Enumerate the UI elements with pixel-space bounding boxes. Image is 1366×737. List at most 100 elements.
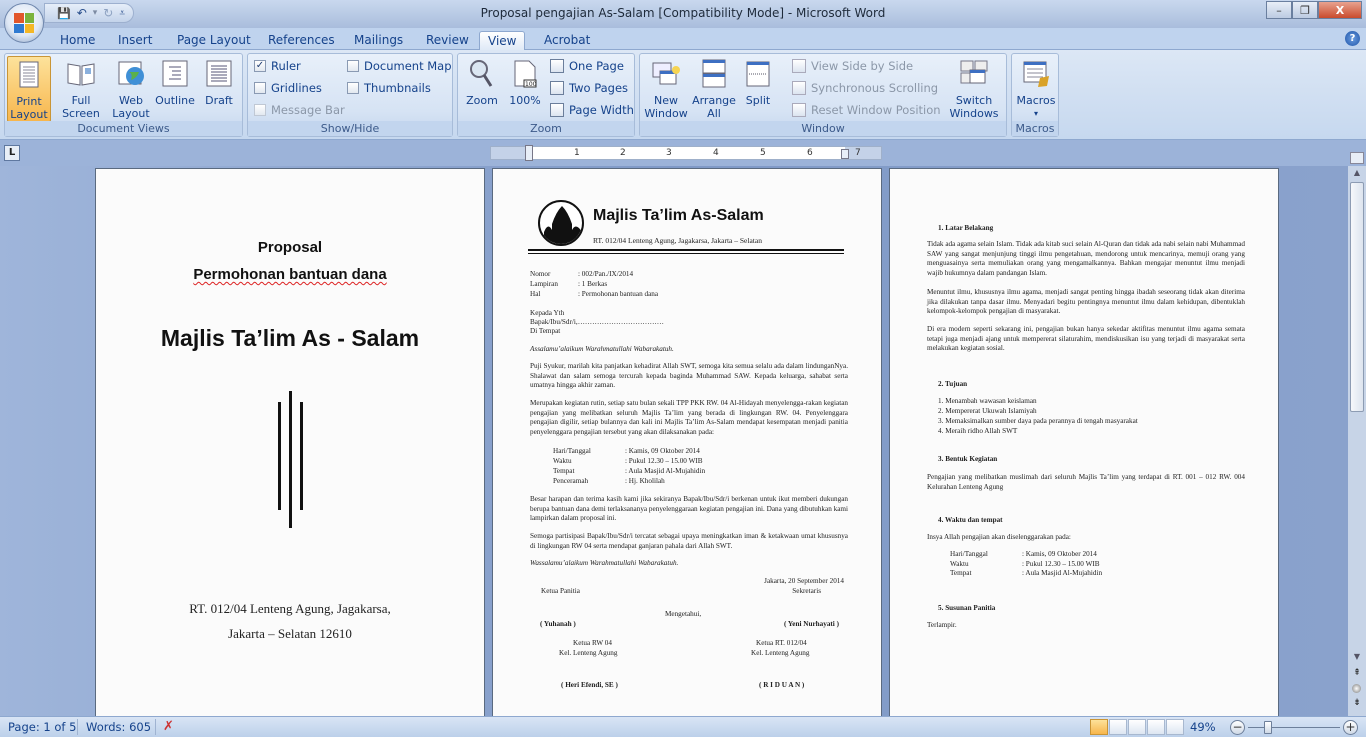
horizontal-ruler[interactable]: 1 2 3 4 5 6 7 bbox=[490, 145, 882, 161]
page-letter[interactable]: Majlis Ta’lim As-Salam RT. 012/04 Lenten… bbox=[492, 168, 882, 716]
mosque-logo-icon bbox=[538, 200, 584, 246]
tab-review[interactable]: Review bbox=[418, 31, 477, 50]
web-layout-button[interactable]: Web Layout bbox=[112, 56, 150, 120]
zoom-in-button[interactable]: + bbox=[1343, 720, 1358, 735]
close-button[interactable]: X bbox=[1318, 1, 1362, 19]
thumbnails-checkbox[interactable]: Thumbnails bbox=[347, 81, 431, 95]
print-layout-button[interactable]: Print Layout bbox=[7, 56, 51, 122]
view-buttons bbox=[1090, 719, 1184, 735]
synchronous-scrolling-button[interactable]: Synchronous Scrolling bbox=[792, 81, 938, 95]
section-heading: 5. Susunan Panitia bbox=[938, 604, 996, 612]
two-pages-icon bbox=[550, 81, 564, 95]
document-map-checkbox[interactable]: Document Map bbox=[347, 59, 452, 73]
event-row: Hari/Tanggal: Kamis, 09 Oktober 2014 bbox=[553, 447, 700, 455]
gridlines-checkbox[interactable]: Gridlines bbox=[254, 81, 322, 95]
tab-references[interactable]: References bbox=[260, 31, 343, 50]
draft-view-icon[interactable] bbox=[1166, 719, 1184, 735]
page-cover[interactable]: Proposal Permohonan bantuan dana Majlis … bbox=[95, 168, 485, 716]
paragraph: Menuntut ilmu, khususnya ilmu agama, men… bbox=[927, 288, 1245, 316]
paragraph: Terlampir. bbox=[927, 621, 957, 629]
new-window-icon bbox=[652, 62, 680, 85]
one-page-button[interactable]: One Page bbox=[550, 59, 624, 73]
tab-selector[interactable]: L bbox=[4, 145, 20, 161]
ruler-checkbox[interactable]: ✓ Ruler bbox=[254, 59, 301, 73]
indent-marker[interactable] bbox=[525, 145, 533, 161]
signature-title: Ketua Panitia bbox=[541, 587, 580, 595]
minimize-button[interactable]: – bbox=[1266, 1, 1292, 19]
redo-icon[interactable]: ↻ bbox=[103, 6, 113, 20]
scrollbar-thumb[interactable] bbox=[1350, 182, 1364, 412]
title-bar: Proposal pengajian As-Salam [Compatibili… bbox=[0, 0, 1366, 28]
outline-view-icon[interactable] bbox=[1147, 719, 1165, 735]
paragraph: Insya Allah pengajian akan diselenggarak… bbox=[927, 533, 1071, 541]
office-button[interactable] bbox=[4, 3, 44, 43]
tab-page-layout[interactable]: Page Layout bbox=[169, 31, 259, 50]
list-item: 4. Meraih ridho Allah SWT bbox=[938, 427, 1018, 435]
tab-home[interactable]: Home bbox=[52, 31, 103, 50]
signature-title: Sekretaris bbox=[792, 587, 821, 595]
tab-mailings[interactable]: Mailings bbox=[346, 31, 411, 50]
zoom-100-button[interactable]: 100 100% bbox=[506, 56, 544, 107]
undo-dropdown-icon[interactable]: ▾ bbox=[93, 8, 98, 18]
zoom-slider-thumb[interactable] bbox=[1263, 721, 1272, 734]
full-screen-reading-view-icon[interactable] bbox=[1109, 719, 1127, 735]
tab-acrobat[interactable]: Acrobat bbox=[536, 31, 598, 50]
split-button[interactable]: Split bbox=[740, 56, 776, 107]
page-width-icon bbox=[550, 103, 564, 117]
vertical-scrollbar[interactable]: ▲ ▼ ⇞ ⇟ bbox=[1348, 152, 1366, 716]
acknowledged-label: Mengetahui, bbox=[665, 610, 702, 618]
two-pages-button[interactable]: Two Pages bbox=[550, 81, 628, 95]
page-count[interactable]: Page: 1 of 5 bbox=[8, 720, 76, 734]
page-content[interactable]: 1. Latar Belakang Tidak ada agama selain… bbox=[889, 168, 1279, 716]
tab-view[interactable]: View bbox=[479, 31, 526, 51]
view-side-by-side-button[interactable]: View Side by Side bbox=[792, 59, 913, 73]
reset-window-position-button[interactable]: Reset Window Position bbox=[792, 103, 941, 117]
meta-row: Hal: Permohonan bantuan dana bbox=[530, 290, 659, 298]
group-document-views: Print Layout Full Screen Reading Web Lay… bbox=[4, 53, 243, 137]
customize-qat-icon[interactable]: ⩡ bbox=[119, 8, 125, 19]
view-ruler-icon[interactable] bbox=[1350, 152, 1364, 164]
status-bar: Page: 1 of 5 Words: 605 ✗ 49% − + bbox=[0, 716, 1366, 737]
arrange-all-button[interactable]: Arrange All bbox=[692, 56, 736, 120]
scroll-down-button[interactable]: ▼ bbox=[1350, 652, 1364, 664]
right-indent-marker[interactable] bbox=[841, 149, 849, 159]
zoom-out-button[interactable]: − bbox=[1230, 720, 1245, 735]
macros-button[interactable]: Macros ▾ bbox=[1014, 56, 1058, 120]
section-heading: 2. Tujuan bbox=[938, 380, 968, 388]
recipient-line: Di Tempat bbox=[530, 327, 561, 335]
window-controls: – ❐ X bbox=[1266, 1, 1362, 19]
event-row: Tempat: Aula Masjid Al-Mujahidin bbox=[950, 569, 1103, 577]
page-width-button[interactable]: Page Width bbox=[550, 103, 634, 117]
select-browse-object-icon[interactable] bbox=[1352, 684, 1361, 693]
proofing-errors-icon[interactable]: ✗ bbox=[163, 719, 174, 734]
scroll-up-button[interactable]: ▲ bbox=[1350, 168, 1364, 180]
group-label: Macros bbox=[1012, 121, 1058, 136]
message-bar-checkbox[interactable]: Message Bar bbox=[254, 103, 345, 117]
event-row: Tempat: Aula Masjid Al-Mujahidin bbox=[553, 467, 706, 475]
zoom-slider[interactable]: − + bbox=[1230, 720, 1358, 735]
previous-page-icon[interactable]: ⇞ bbox=[1350, 668, 1364, 680]
web-layout-view-icon[interactable] bbox=[1128, 719, 1146, 735]
undo-icon[interactable]: ↶ bbox=[77, 6, 87, 20]
split-icon bbox=[746, 61, 770, 87]
draft-button[interactable]: Draft bbox=[201, 56, 237, 107]
window-title: Proposal pengajian As-Salam [Compatibili… bbox=[480, 6, 886, 20]
cover-address-line2: Jakarta – Selatan 12610 bbox=[228, 626, 352, 641]
zoom-level[interactable]: 49% bbox=[1190, 720, 1216, 734]
one-page-icon bbox=[550, 59, 564, 73]
outline-button[interactable]: Outline bbox=[153, 56, 197, 107]
print-layout-view-icon[interactable] bbox=[1090, 719, 1108, 735]
next-page-icon[interactable]: ⇟ bbox=[1350, 698, 1364, 710]
word-count[interactable]: Words: 605 bbox=[86, 720, 151, 734]
help-icon[interactable]: ? bbox=[1345, 31, 1360, 46]
cover-org-name: Majlis Ta’lim As - Salam bbox=[160, 325, 420, 351]
zoom-button[interactable]: Zoom bbox=[462, 56, 502, 107]
save-icon[interactable]: 💾 bbox=[57, 7, 71, 20]
ruler-bar: L 1 2 3 4 5 6 7 bbox=[0, 140, 1366, 166]
tab-insert[interactable]: Insert bbox=[110, 31, 160, 50]
restore-button[interactable]: ❐ bbox=[1292, 1, 1318, 19]
paragraph: Di era modern seperti sekarang ini, peng… bbox=[927, 325, 1245, 353]
new-window-button[interactable]: New Window bbox=[644, 56, 688, 120]
list-item: 3. Memaksimalkan sumber daya pada perann… bbox=[938, 417, 1138, 425]
macros-icon bbox=[1023, 61, 1049, 87]
